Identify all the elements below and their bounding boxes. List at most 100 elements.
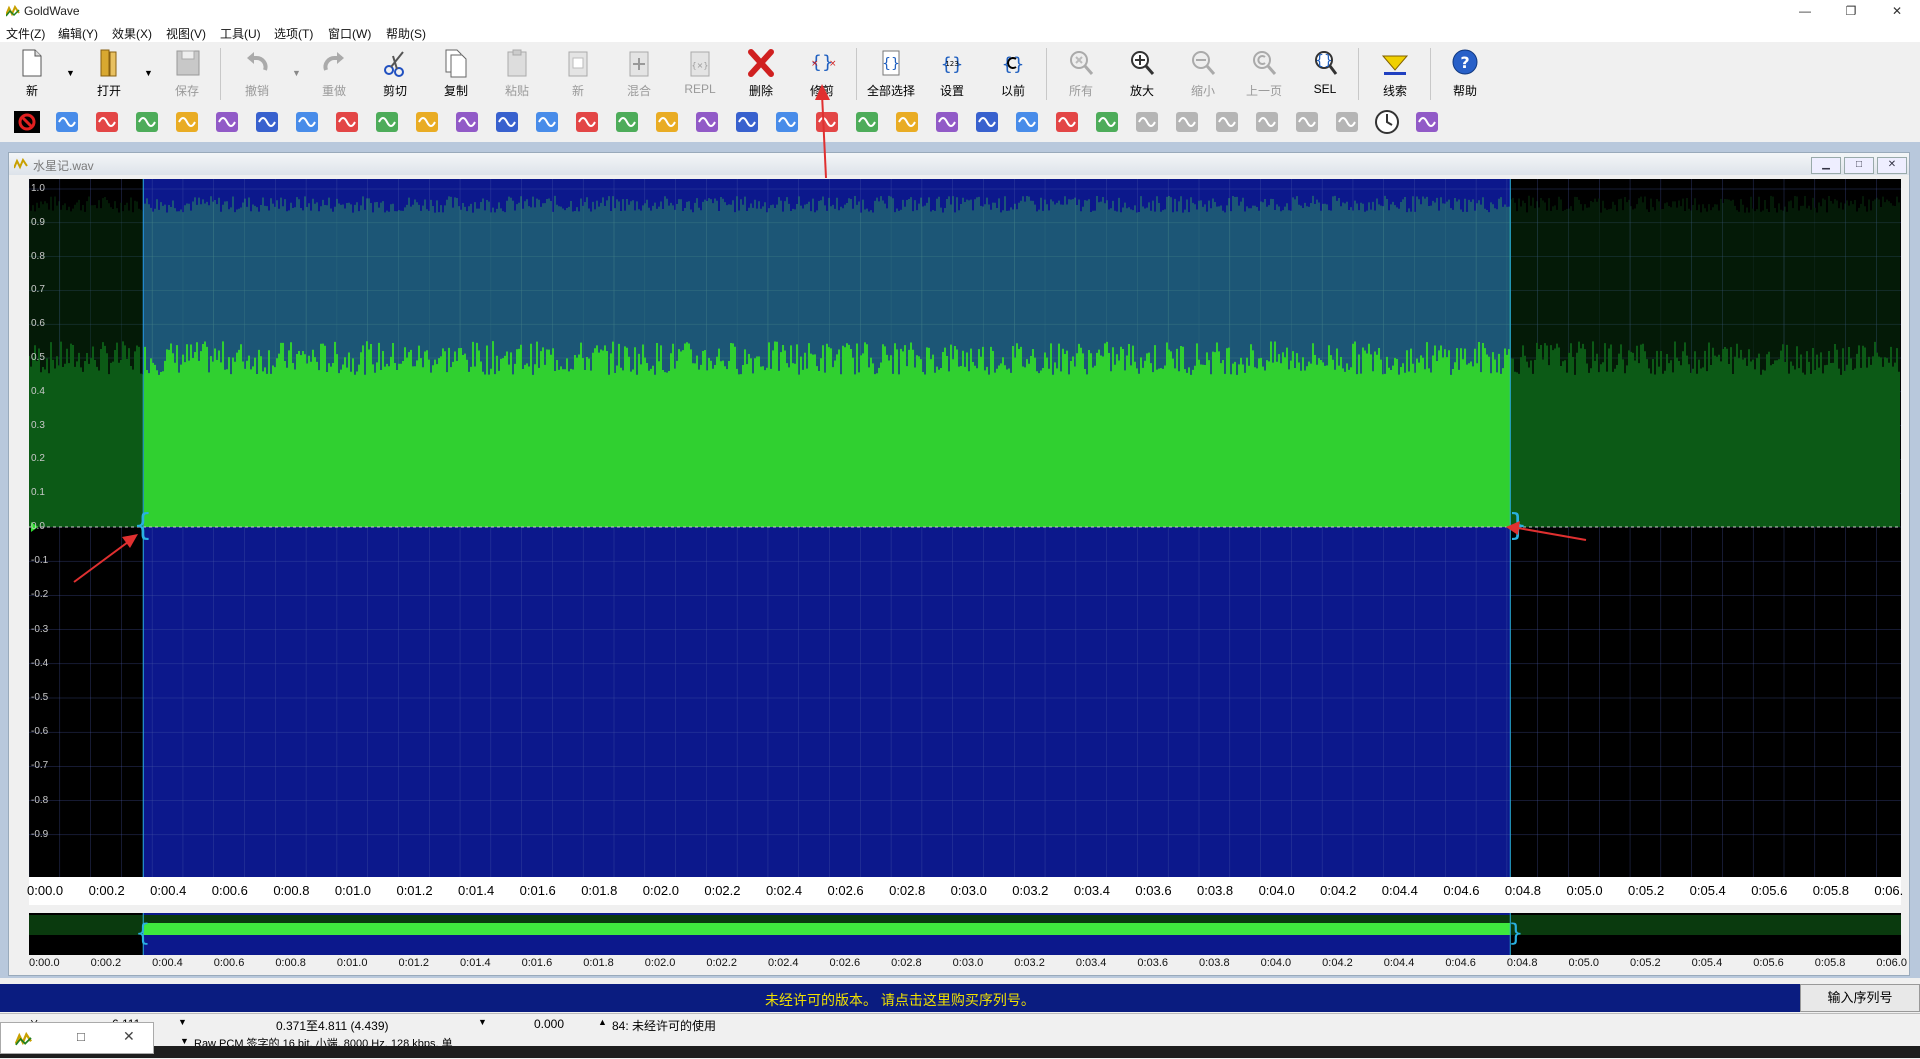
reverse-button[interactable] [572,108,602,136]
channel-mixer-button[interactable] [1132,108,1162,136]
noise-reduction-button[interactable] [772,108,802,136]
close-icon[interactable]: ✕ [123,1028,135,1045]
time-ruler[interactable]: 0:00.0 0:00.2 0:00.4 0:00.6 0:00.8 0:01.0 0:01… [27,877,1903,905]
undo-button[interactable]: 撤销 [228,44,286,100]
menu-edit[interactable]: 编辑(Y) [58,25,98,42]
redo-button[interactable]: 重做 [305,44,363,100]
shape-volume-button[interactable] [972,108,1002,136]
fade-out-button[interactable] [932,108,962,136]
pop-click-button[interactable] [812,108,842,136]
echo-button[interactable] [172,108,202,136]
menu-window[interactable]: 窗口(W) [328,25,371,42]
help-button[interactable]: ? 帮助 [1436,44,1494,100]
zoom-out-button[interactable]: 缩小 [1174,44,1232,100]
doc-close-button[interactable]: ✕ [1877,157,1907,174]
pan-button[interactable] [412,108,442,136]
new-button[interactable]: 新 [3,44,61,100]
flange-button[interactable] [252,108,282,136]
mix-button[interactable]: 混合 [610,44,668,100]
previous-selection-button[interactable]: {} 以前 [984,44,1042,100]
overview-time-tick-label: 0:05.6 [1753,957,1784,969]
control-button[interactable] [1412,108,1442,136]
zoom-in-icon [1131,51,1155,75]
zoom-all-button[interactable]: 所有 [1052,44,1110,100]
select-all-button[interactable]: {} 全部选择 [862,44,920,100]
save-button[interactable]: 保存 [158,44,216,100]
zoom-selection-button[interactable]: {} SEL [1296,44,1354,100]
lowpass-button[interactable] [1212,108,1242,136]
equalizer-button[interactable] [212,108,242,136]
dynamics-button[interactable] [132,108,162,136]
unlicensed-banner[interactable]: 未经许可的版本。 请点击这里购买序列号。 [0,984,1800,1012]
menu-view[interactable]: 视图(V) [166,25,206,42]
cut-button[interactable]: 剪切 [366,44,424,100]
menu-effects[interactable]: 效果(X) [112,25,152,42]
cue-button[interactable]: 线索 [1366,44,1424,100]
zoom-in-button[interactable]: 放大 [1113,44,1171,100]
open-button[interactable]: 打开 [80,44,138,100]
paste-new-button[interactable]: 新 [549,44,607,100]
highpass-button[interactable] [1252,108,1282,136]
doppler-button[interactable] [92,108,122,136]
timer-button[interactable] [1372,108,1402,136]
paste-button[interactable]: 粘贴 [488,44,546,100]
menu-help[interactable]: 帮助(S) [386,25,426,42]
bandpass-button[interactable] [1292,108,1322,136]
notch-button[interactable] [1332,108,1362,136]
amplitude-label: -0.3 [31,623,49,635]
overview-time-tick-label: 0:02.0 [644,957,676,969]
toolbar-separator [1358,48,1359,100]
menu-tools[interactable]: 工具(U) [220,25,261,42]
zoom-previous-button[interactable]: 上一页 [1235,44,1293,100]
selection-dropdown-icon[interactable]: ▼ [478,1017,487,1027]
reverb-button[interactable] [532,108,562,136]
doc-minimize-button[interactable]: ▁ [1811,157,1841,174]
offset-button[interactable] [372,108,402,136]
time-warp-button[interactable] [692,108,722,136]
auto-gain-button[interactable] [1052,108,1082,136]
open-dropdown-arrow-icon[interactable]: ▼ [144,68,153,78]
minimize-button[interactable]: — [1782,0,1828,22]
set-marker-button[interactable]: {} 123 设置 [923,44,981,100]
overview-panel[interactable]: {} [29,913,1901,955]
match-volume-button[interactable] [1012,108,1042,136]
playback-rate-button[interactable] [492,108,522,136]
volume-button[interactable] [852,108,882,136]
pitch-button[interactable] [452,108,482,136]
dc-offset-button[interactable] [12,108,42,136]
duration-dropdown-icon[interactable]: ▼ [178,1017,187,1027]
compressor-button[interactable] [1172,108,1202,136]
invert-button[interactable] [292,108,322,136]
waveform-view[interactable]: {} 1.0 0.9 0.8 0.7 0.6 0.5 0.4 0.3 0.2 0.1 0.0 -0.1… [29,179,1901,877]
restore-button[interactable]: ❐ [1828,0,1874,22]
silence-button[interactable] [612,108,642,136]
toolbar-separator [856,48,857,100]
minimized-window-panel[interactable]: □ ✕ [0,1022,154,1054]
new-dropdown-arrow-icon[interactable]: ▼ [66,68,75,78]
mechanize-button[interactable] [332,108,362,136]
enter-serial-button[interactable]: 输入序列号 [1800,984,1920,1012]
delete-button[interactable]: 删除 [732,44,790,100]
replace-button[interactable]: {×} REPL [671,44,729,100]
change-volume-button[interactable] [1092,108,1122,136]
stereo-button[interactable] [652,108,682,136]
overview-time-tick-label: 0:01.0 [336,957,368,969]
copy-button[interactable]: 复制 [427,44,485,100]
position-arrow-icon[interactable]: ▲ [598,1017,607,1027]
restore-icon[interactable]: □ [77,1029,85,1044]
maximize-volume-button[interactable] [52,108,82,136]
menu-file[interactable]: 文件(Z) [6,25,45,42]
unlicensed-message[interactable]: 未经许可的版本。 请点击这里购买序列号。 [0,990,1800,1010]
overview-wave-selected [143,923,1511,935]
overview-canvas[interactable]: {} [29,913,1901,955]
close-button[interactable]: ✕ [1874,0,1920,22]
doc-maximize-button[interactable]: □ [1844,157,1874,174]
fade-in-button[interactable] [892,108,922,136]
spectrum-filter-button[interactable] [732,108,762,136]
waveform-canvas[interactable]: {} [29,179,1901,877]
format-dropdown-icon[interactable]: ▼ [180,1036,189,1046]
trim-button[interactable]: {} × × 修剪 [793,44,851,100]
undo-dropdown-arrow-icon[interactable]: ▼ [292,68,301,78]
overview-time-tick-label: 0:01.8 [583,957,614,969]
menu-options[interactable]: 选项(T) [274,25,313,42]
